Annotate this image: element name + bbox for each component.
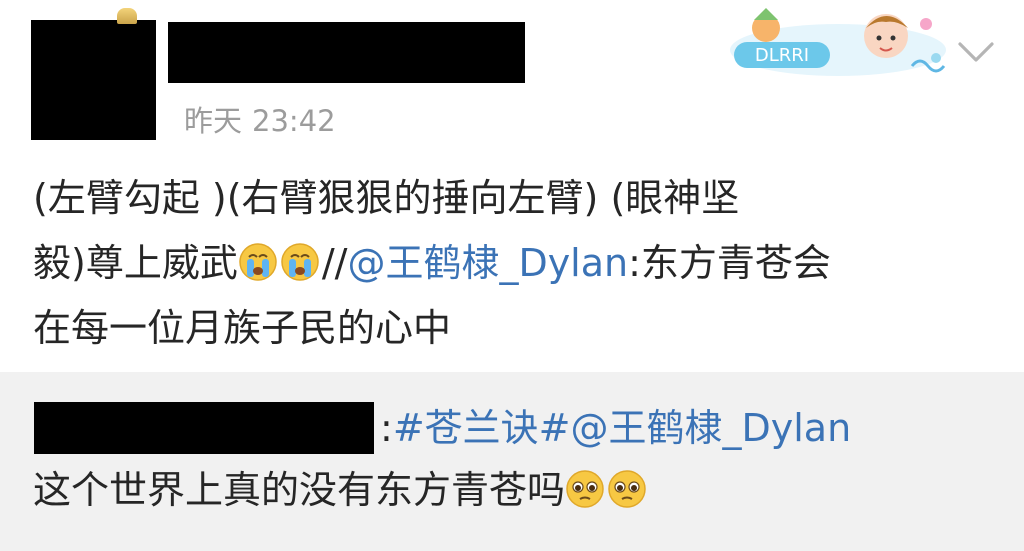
post-body: (左臂勾起 )(右臂狠狠的捶向左臂) (眼神坚 毅)尊上威武 //@王鹤棣_Dy… — [33, 166, 993, 361]
repost-text: 这个世界上真的没有东方青苍吗 — [33, 468, 566, 512]
post-line-2: 毅)尊上威武 //@王鹤棣_Dylan:东方青苍会 — [33, 231, 993, 296]
chevron-down-icon[interactable] — [956, 38, 996, 66]
timestamp-day: 昨天 — [184, 104, 243, 138]
avatar[interactable] — [31, 20, 156, 140]
mention-link[interactable]: @王鹤棣_Dylan — [571, 406, 852, 450]
repost-header-line: :#苍兰诀#@王鹤棣_Dylan — [380, 402, 851, 454]
post-line-3: 在每一位月族子民的心中 — [33, 306, 452, 350]
repost-separator: // — [321, 241, 348, 285]
pleading-face-icon — [608, 470, 646, 508]
username[interactable] — [168, 22, 525, 83]
mention-link[interactable]: @王鹤棣_Dylan — [347, 241, 628, 285]
svg-text:DLRRI: DLRRI — [755, 45, 809, 66]
topic-link[interactable]: #苍兰诀# — [393, 406, 571, 450]
timestamp-time: 23:42 — [252, 104, 336, 138]
post-timestamp: 昨天 23:42 — [184, 98, 336, 140]
post-text-segment: 毅)尊上威武 — [33, 241, 238, 285]
pleading-face-icon — [566, 470, 604, 508]
repost-colon: : — [380, 406, 393, 450]
card-decoration-icon: DLRRI — [730, 8, 946, 76]
reposted-content[interactable]: :#苍兰诀#@王鹤棣_Dylan 这个世界上真的没有东方青苍吗 — [0, 372, 1024, 551]
post-line-1: (左臂勾起 )(右臂狠狠的捶向左臂) (眼神坚 — [33, 176, 740, 220]
original-author[interactable] — [34, 402, 374, 454]
post-text-segment: :东方青苍会 — [628, 241, 831, 285]
repost-text-line: 这个世界上真的没有东方青苍吗 — [33, 464, 649, 516]
crying-face-icon — [239, 243, 277, 281]
crown-badge-icon — [117, 8, 137, 24]
weibo-post-card: 昨天 23:42 DLRRI (左臂勾起 )(右臂狠狠的捶向左臂) (眼神坚 毅)… — [0, 0, 1024, 551]
crying-face-icon — [281, 243, 319, 281]
